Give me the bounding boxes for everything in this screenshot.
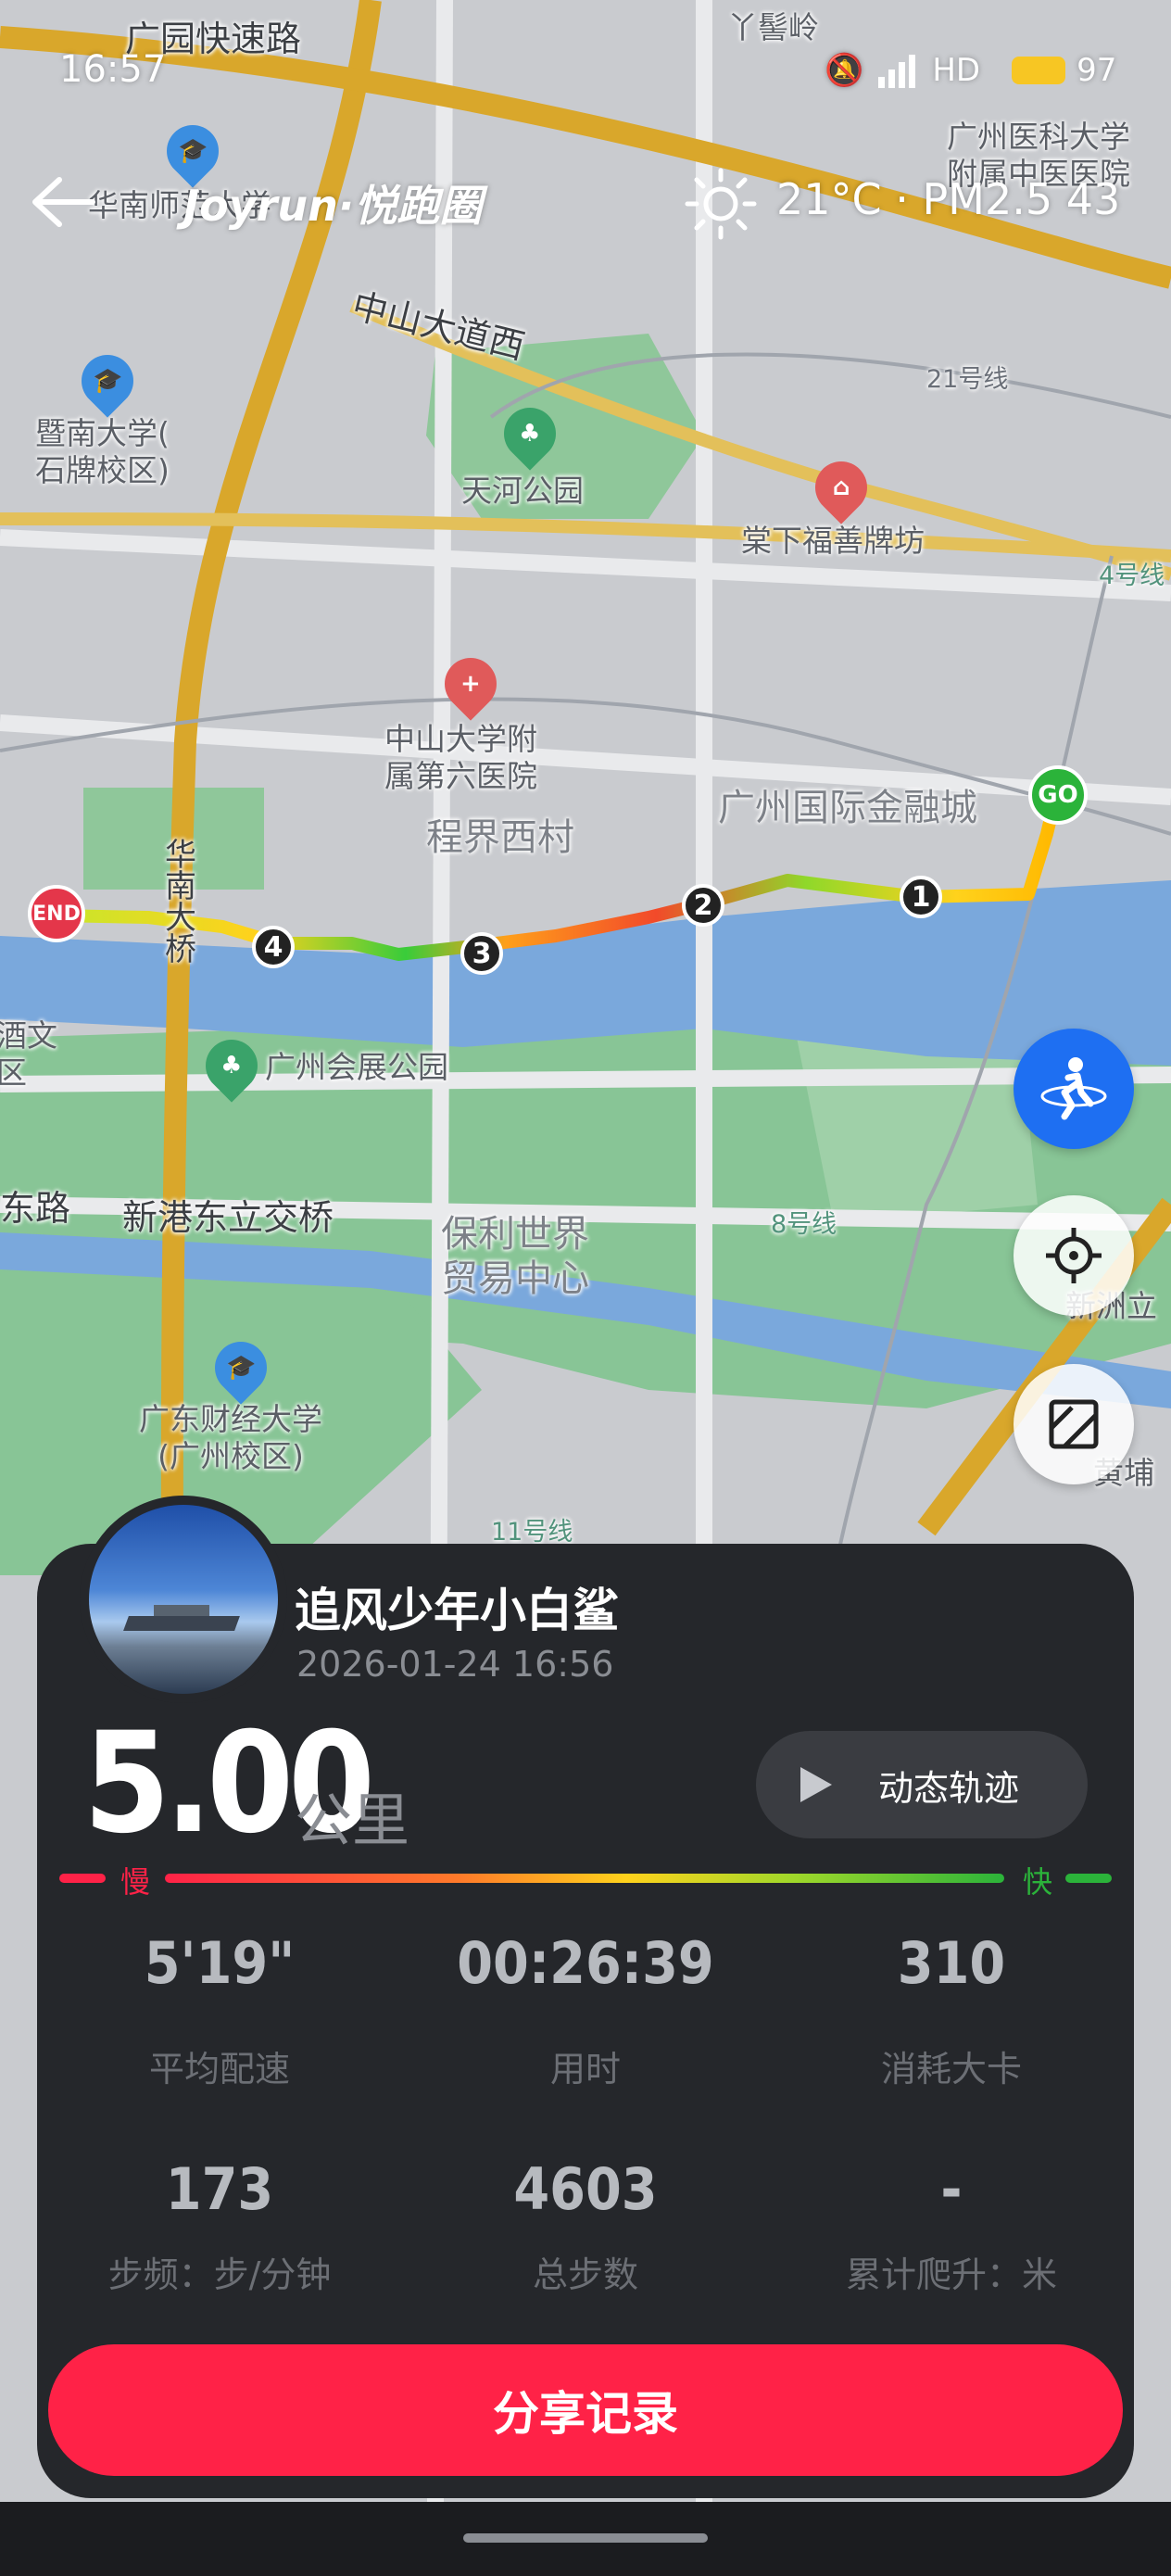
share-record-label: 分享记录 (493, 2387, 678, 2441)
status-time: 16:57 (59, 48, 167, 91)
calories-label: 消耗大卡 (880, 2049, 1022, 2090)
total-steps-value: 4603 (513, 2155, 658, 2223)
play-icon (800, 1767, 832, 1802)
fast-label: 快 (1023, 1864, 1053, 1900)
map-layer-button[interactable] (1014, 1364, 1134, 1484)
map-label-east-road: 东路 (0, 1188, 71, 1229)
slow-label: 慢 (120, 1864, 151, 1900)
route-start-label: GO (1038, 781, 1078, 809)
dynamic-track-label: 动态轨迹 (878, 1767, 1020, 1809)
map-layer-icon (1049, 1399, 1099, 1449)
back-button[interactable] (26, 174, 100, 230)
cadence-value: 173 (165, 2155, 274, 2223)
home-indicator[interactable] (463, 2533, 708, 2543)
battery-icon (1012, 57, 1066, 84)
username: 追风少年小白鲨 (295, 1584, 619, 1637)
hd-label: HD (932, 52, 981, 89)
route-end-marker[interactable]: END (28, 885, 85, 942)
crosshair-icon (1046, 1228, 1102, 1283)
map-label-expo-park: 广州会展公园 (265, 1049, 448, 1085)
duration-value: 00:26:39 (457, 1929, 714, 1997)
status-icons: 🔕 HD 97 (825, 52, 1116, 89)
map-label-line21: 21号线 (926, 365, 1009, 394)
map-label-yajiling: 丫髻岭 (727, 9, 819, 45)
signal-icon (878, 55, 916, 88)
km-marker-3[interactable]: 3 (460, 932, 503, 975)
map-label-gdufe: 广东财经大学 (广州校区) (139, 1401, 322, 1474)
sun-icon (685, 168, 757, 240)
map-label-chengjie: 程界西村 (426, 816, 574, 859)
map-label-ifc: 广州国际金融城 (718, 787, 977, 829)
map-label-tangxia: 棠下福善牌坊 (741, 523, 925, 559)
cadence-label: 步频：步/分钟 (107, 2254, 332, 2295)
elevation-label: 累计爬升：米 (845, 2254, 1057, 2295)
avatar-image (89, 1505, 278, 1694)
map-label-poly: 保利世界 贸易中心 (441, 1213, 589, 1300)
avg-pace-label: 平均配速 (148, 2049, 290, 2090)
km-marker-4[interactable]: 4 (252, 926, 295, 968)
back-arrow-icon (32, 177, 95, 227)
dynamic-track-button[interactable]: 动态轨迹 (756, 1731, 1088, 1838)
total-steps-label: 总步数 (532, 2254, 638, 2295)
locate-button[interactable] (1014, 1195, 1134, 1316)
elevation-value: - (940, 2155, 963, 2223)
share-record-button[interactable]: 分享记录 (48, 2344, 1123, 2476)
km-marker-2[interactable]: 2 (682, 884, 724, 927)
map-label-xingang: 新港东立交桥 (122, 1197, 334, 1238)
battery-level: 97 (1077, 52, 1117, 89)
calories-value: 310 (897, 1929, 1006, 1997)
map-label-culture: 酒文 区 (0, 1017, 57, 1091)
map-label-line4: 4号线 (1099, 562, 1165, 590)
distance-unit: 公里 (295, 1787, 410, 1854)
map-label-jinan: 暨南大学( 石牌校区) (35, 415, 170, 488)
map-label-zsu6: 中山大学附 属第六医院 (384, 721, 537, 794)
system-nav-bar (0, 2502, 1171, 2576)
brand-logo: Joyrun·悦跑圈 (183, 181, 483, 231)
map-label-huanan-bridge: 华 南 大 桥 (165, 837, 196, 968)
route-end-label: END (32, 902, 81, 926)
map-label-tianhe-park: 天河公园 (461, 473, 584, 509)
runner-icon (1040, 1057, 1107, 1120)
pace-bar: 慢 快 (59, 1861, 1112, 1900)
avg-pace-value: 5'19" (144, 1929, 296, 1997)
avatar[interactable] (80, 1496, 287, 1703)
run-datetime: 2026-01-24 16:56 (296, 1644, 614, 1685)
weather-info: 21°C · PM2.5 43 (776, 174, 1121, 224)
duration-label: 用时 (549, 2049, 621, 2090)
runner-mode-button[interactable] (1014, 1029, 1134, 1149)
mute-bell-icon: 🔕 (825, 52, 864, 89)
route-start-marker[interactable]: GO (1028, 765, 1088, 825)
map-label-line8: 8号线 (771, 1210, 837, 1239)
km-marker-1[interactable]: 1 (900, 876, 942, 918)
